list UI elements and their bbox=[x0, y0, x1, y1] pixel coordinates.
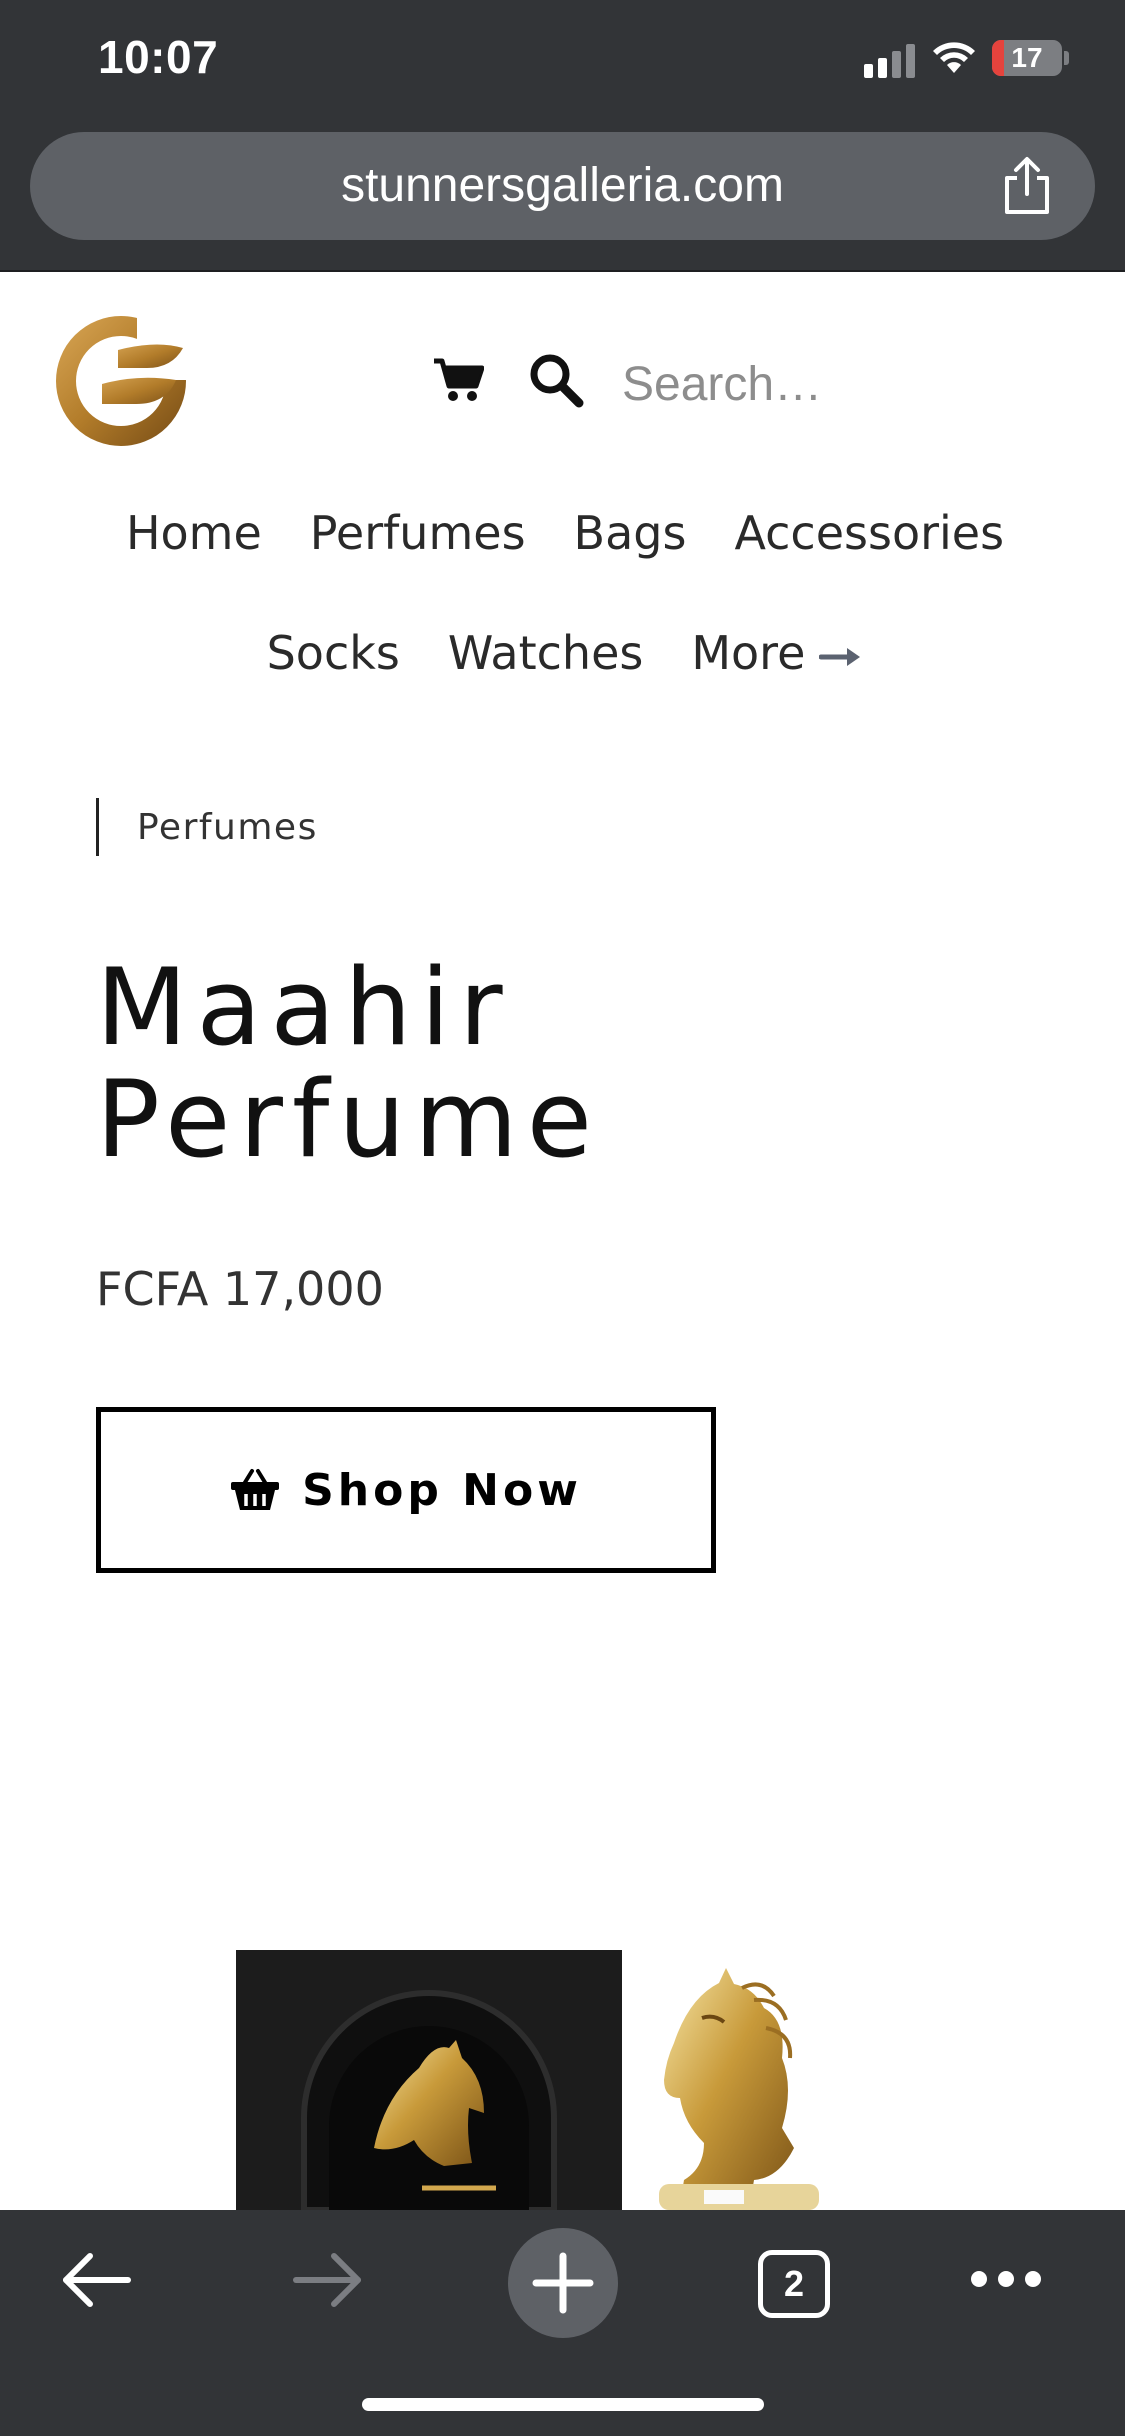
perfume-bottle-image bbox=[659, 1968, 819, 2210]
product-image[interactable] bbox=[234, 1948, 894, 2210]
share-icon[interactable] bbox=[999, 156, 1055, 216]
nav-watches[interactable]: Watches bbox=[424, 626, 667, 680]
battery-level: 17 bbox=[1011, 42, 1043, 73]
logo-icon[interactable] bbox=[52, 312, 190, 450]
search-icon[interactable] bbox=[528, 352, 584, 408]
nav-bags[interactable]: Bags bbox=[550, 506, 711, 560]
forward-arrow-icon[interactable] bbox=[290, 2248, 366, 2312]
battery-icon: 17 bbox=[992, 40, 1062, 76]
main-nav-row-1: Home Perfumes Bags Accessories bbox=[60, 506, 1070, 560]
product-title: Maahir Perfume bbox=[96, 946, 601, 1181]
cellular-signal-icon bbox=[864, 44, 916, 78]
battery-tip bbox=[1064, 51, 1069, 65]
nav-more[interactable]: More bbox=[667, 626, 887, 680]
tabs-button[interactable]: 2 bbox=[758, 2250, 830, 2318]
cart-icon[interactable] bbox=[432, 356, 484, 402]
arrow-right-icon bbox=[819, 647, 861, 666]
back-arrow-icon[interactable] bbox=[58, 2248, 134, 2312]
nav-more-label: More bbox=[691, 626, 806, 680]
category-label[interactable]: Perfumes bbox=[137, 807, 318, 848]
home-indicator[interactable] bbox=[362, 2398, 764, 2411]
product-price: FCFA 17,000 bbox=[96, 1262, 384, 1316]
shop-now-button[interactable]: Shop Now bbox=[96, 1407, 716, 1573]
browser-address-area: stunnersgalleria.com bbox=[0, 130, 1125, 272]
perfume-box-image bbox=[236, 1950, 622, 2210]
nav-socks[interactable]: Socks bbox=[243, 626, 424, 680]
shop-now-label: Shop Now bbox=[302, 1464, 582, 1516]
new-tab-button[interactable] bbox=[508, 2228, 618, 2338]
status-bar: 10:07 17 bbox=[0, 0, 1125, 130]
url-text[interactable]: stunnersgalleria.com bbox=[30, 132, 1095, 240]
more-dots-icon[interactable] bbox=[970, 2266, 1042, 2292]
nav-perfumes[interactable]: Perfumes bbox=[286, 506, 550, 560]
nav-home[interactable]: Home bbox=[102, 506, 286, 560]
search-input[interactable] bbox=[620, 350, 1064, 418]
plus-icon bbox=[532, 2252, 594, 2314]
wifi-icon bbox=[933, 42, 975, 73]
category-breadcrumb: Perfumes bbox=[96, 798, 318, 856]
main-nav-row-2: Socks Watches More bbox=[60, 626, 1070, 680]
address-bar[interactable]: stunnersgalleria.com bbox=[30, 132, 1095, 240]
status-time: 10:07 bbox=[98, 31, 219, 83]
nav-accessories[interactable]: Accessories bbox=[710, 506, 1028, 560]
basket-icon bbox=[231, 1469, 280, 1510]
